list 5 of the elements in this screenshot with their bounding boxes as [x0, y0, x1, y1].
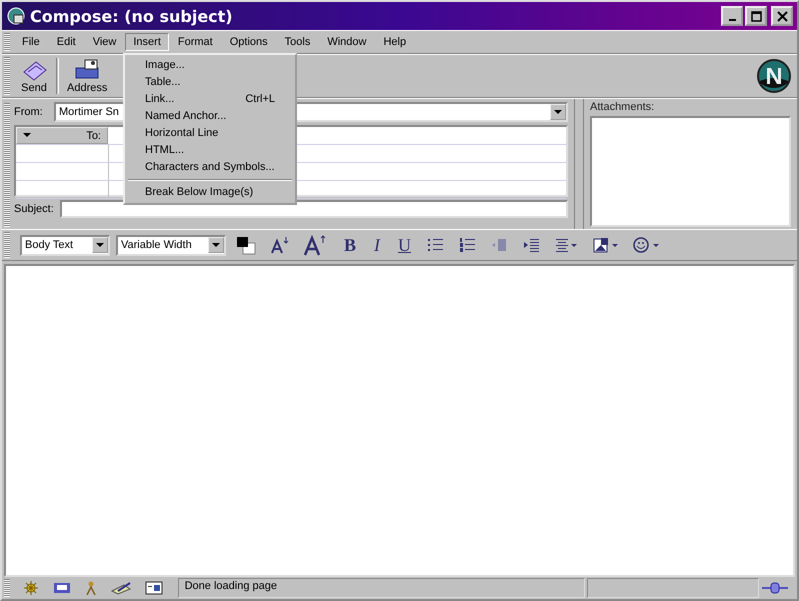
- attachments-label: Attachments:: [590, 101, 656, 113]
- status-text: Done loading page: [178, 578, 586, 598]
- from-label: From:: [14, 106, 44, 118]
- subject-label: Subject:: [14, 203, 54, 215]
- window-title: Compose: (no subject): [30, 6, 233, 26]
